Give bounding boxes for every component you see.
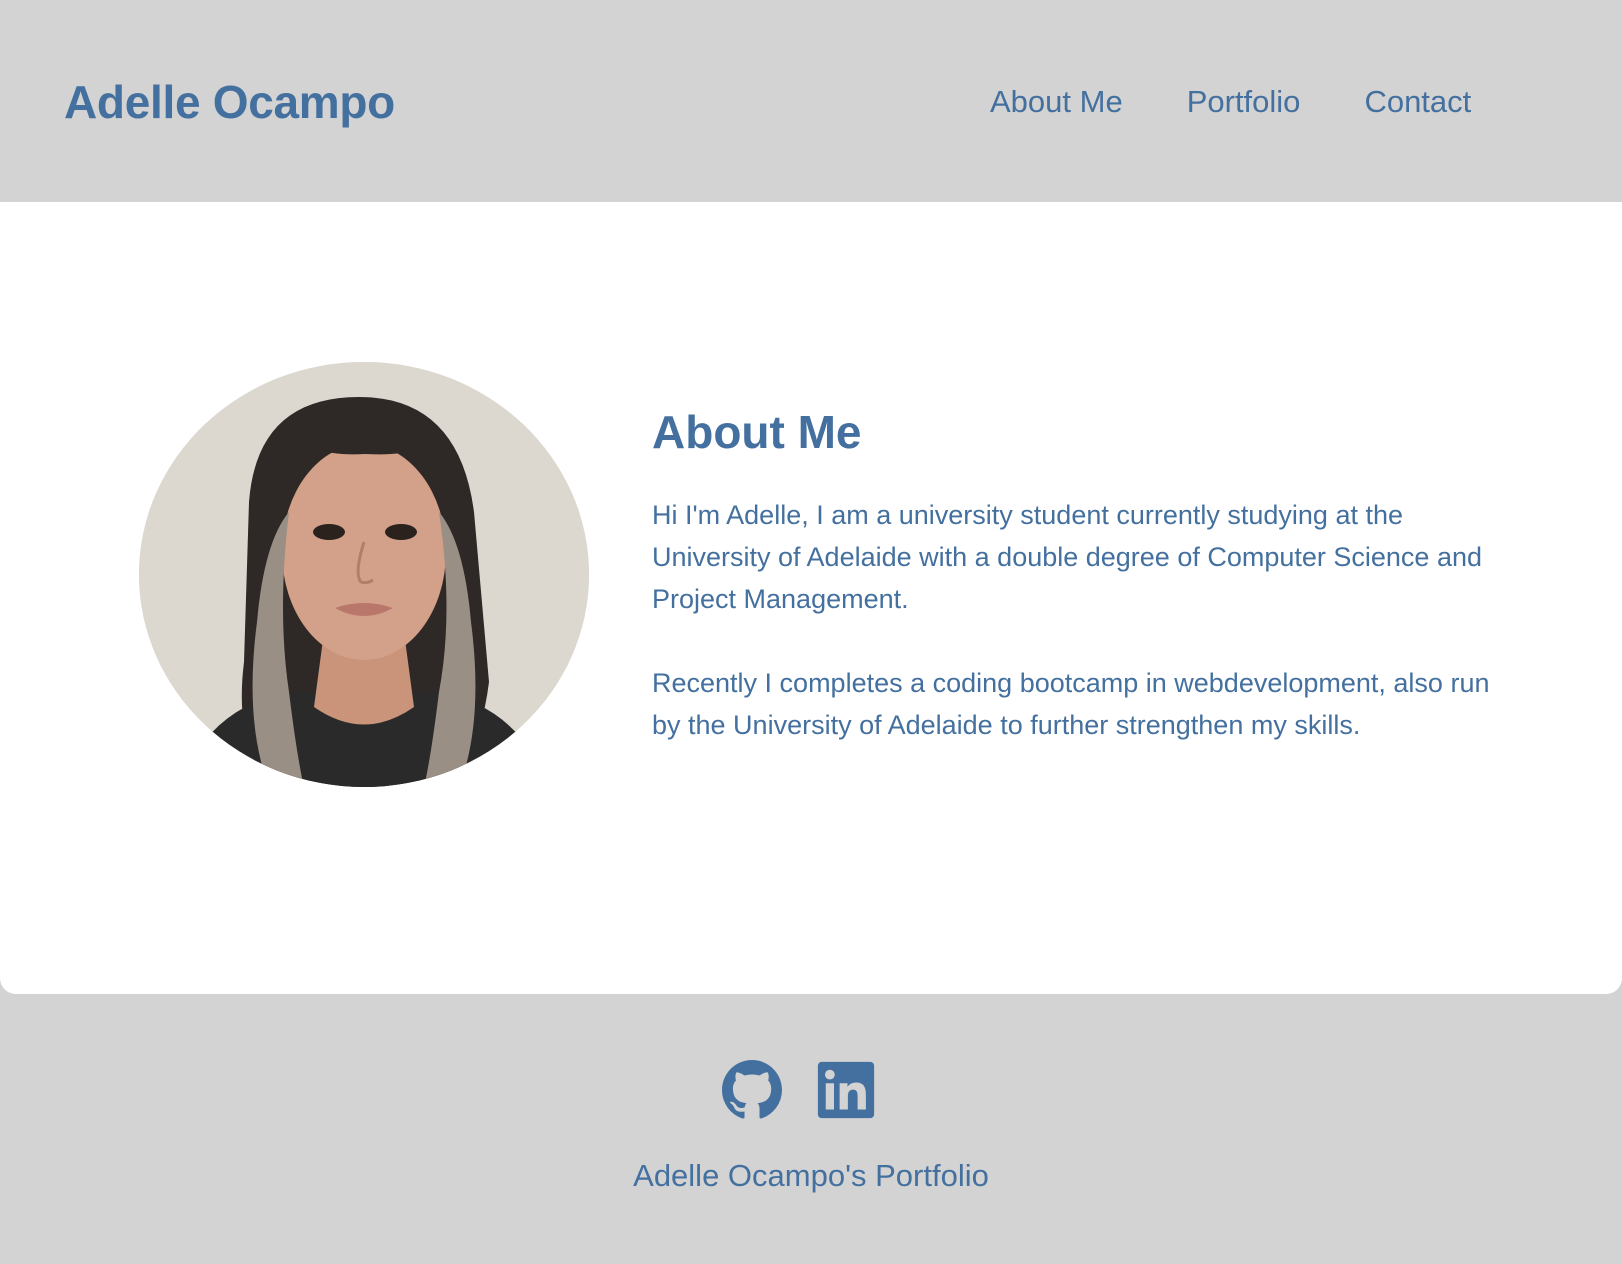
github-icon[interactable] bbox=[722, 1060, 782, 1120]
nav-link-portfolio[interactable]: Portfolio bbox=[1187, 82, 1301, 122]
main-nav: About Me Portfolio Contact bbox=[990, 82, 1471, 122]
footer-text: Adelle Ocampo's Portfolio bbox=[633, 1158, 989, 1193]
about-paragraph: Recently I completes a coding bootcamp i… bbox=[652, 668, 1490, 740]
profile-photo bbox=[139, 362, 589, 787]
social-links bbox=[722, 1060, 876, 1120]
profile-photo-illustration bbox=[139, 362, 589, 787]
linkedin-icon[interactable] bbox=[816, 1060, 876, 1120]
site-header: Adelle Ocampo About Me Portfolio Contact bbox=[0, 0, 1622, 202]
nav-link-contact[interactable]: Contact bbox=[1364, 82, 1471, 122]
site-footer: Adelle Ocampo's Portfolio bbox=[0, 994, 1622, 1264]
site-title[interactable]: Adelle Ocampo bbox=[64, 74, 395, 130]
nav-link-about-me[interactable]: About Me bbox=[990, 82, 1123, 122]
about-heading: About Me bbox=[652, 406, 862, 458]
about-paragraph: Hi I'm Adelle, I am a university student… bbox=[652, 500, 1482, 614]
about-text: Hi I'm Adelle, I am a university student… bbox=[652, 494, 1492, 788]
about-section: About Me Hi I'm Adelle, I am a universit… bbox=[0, 202, 1622, 994]
